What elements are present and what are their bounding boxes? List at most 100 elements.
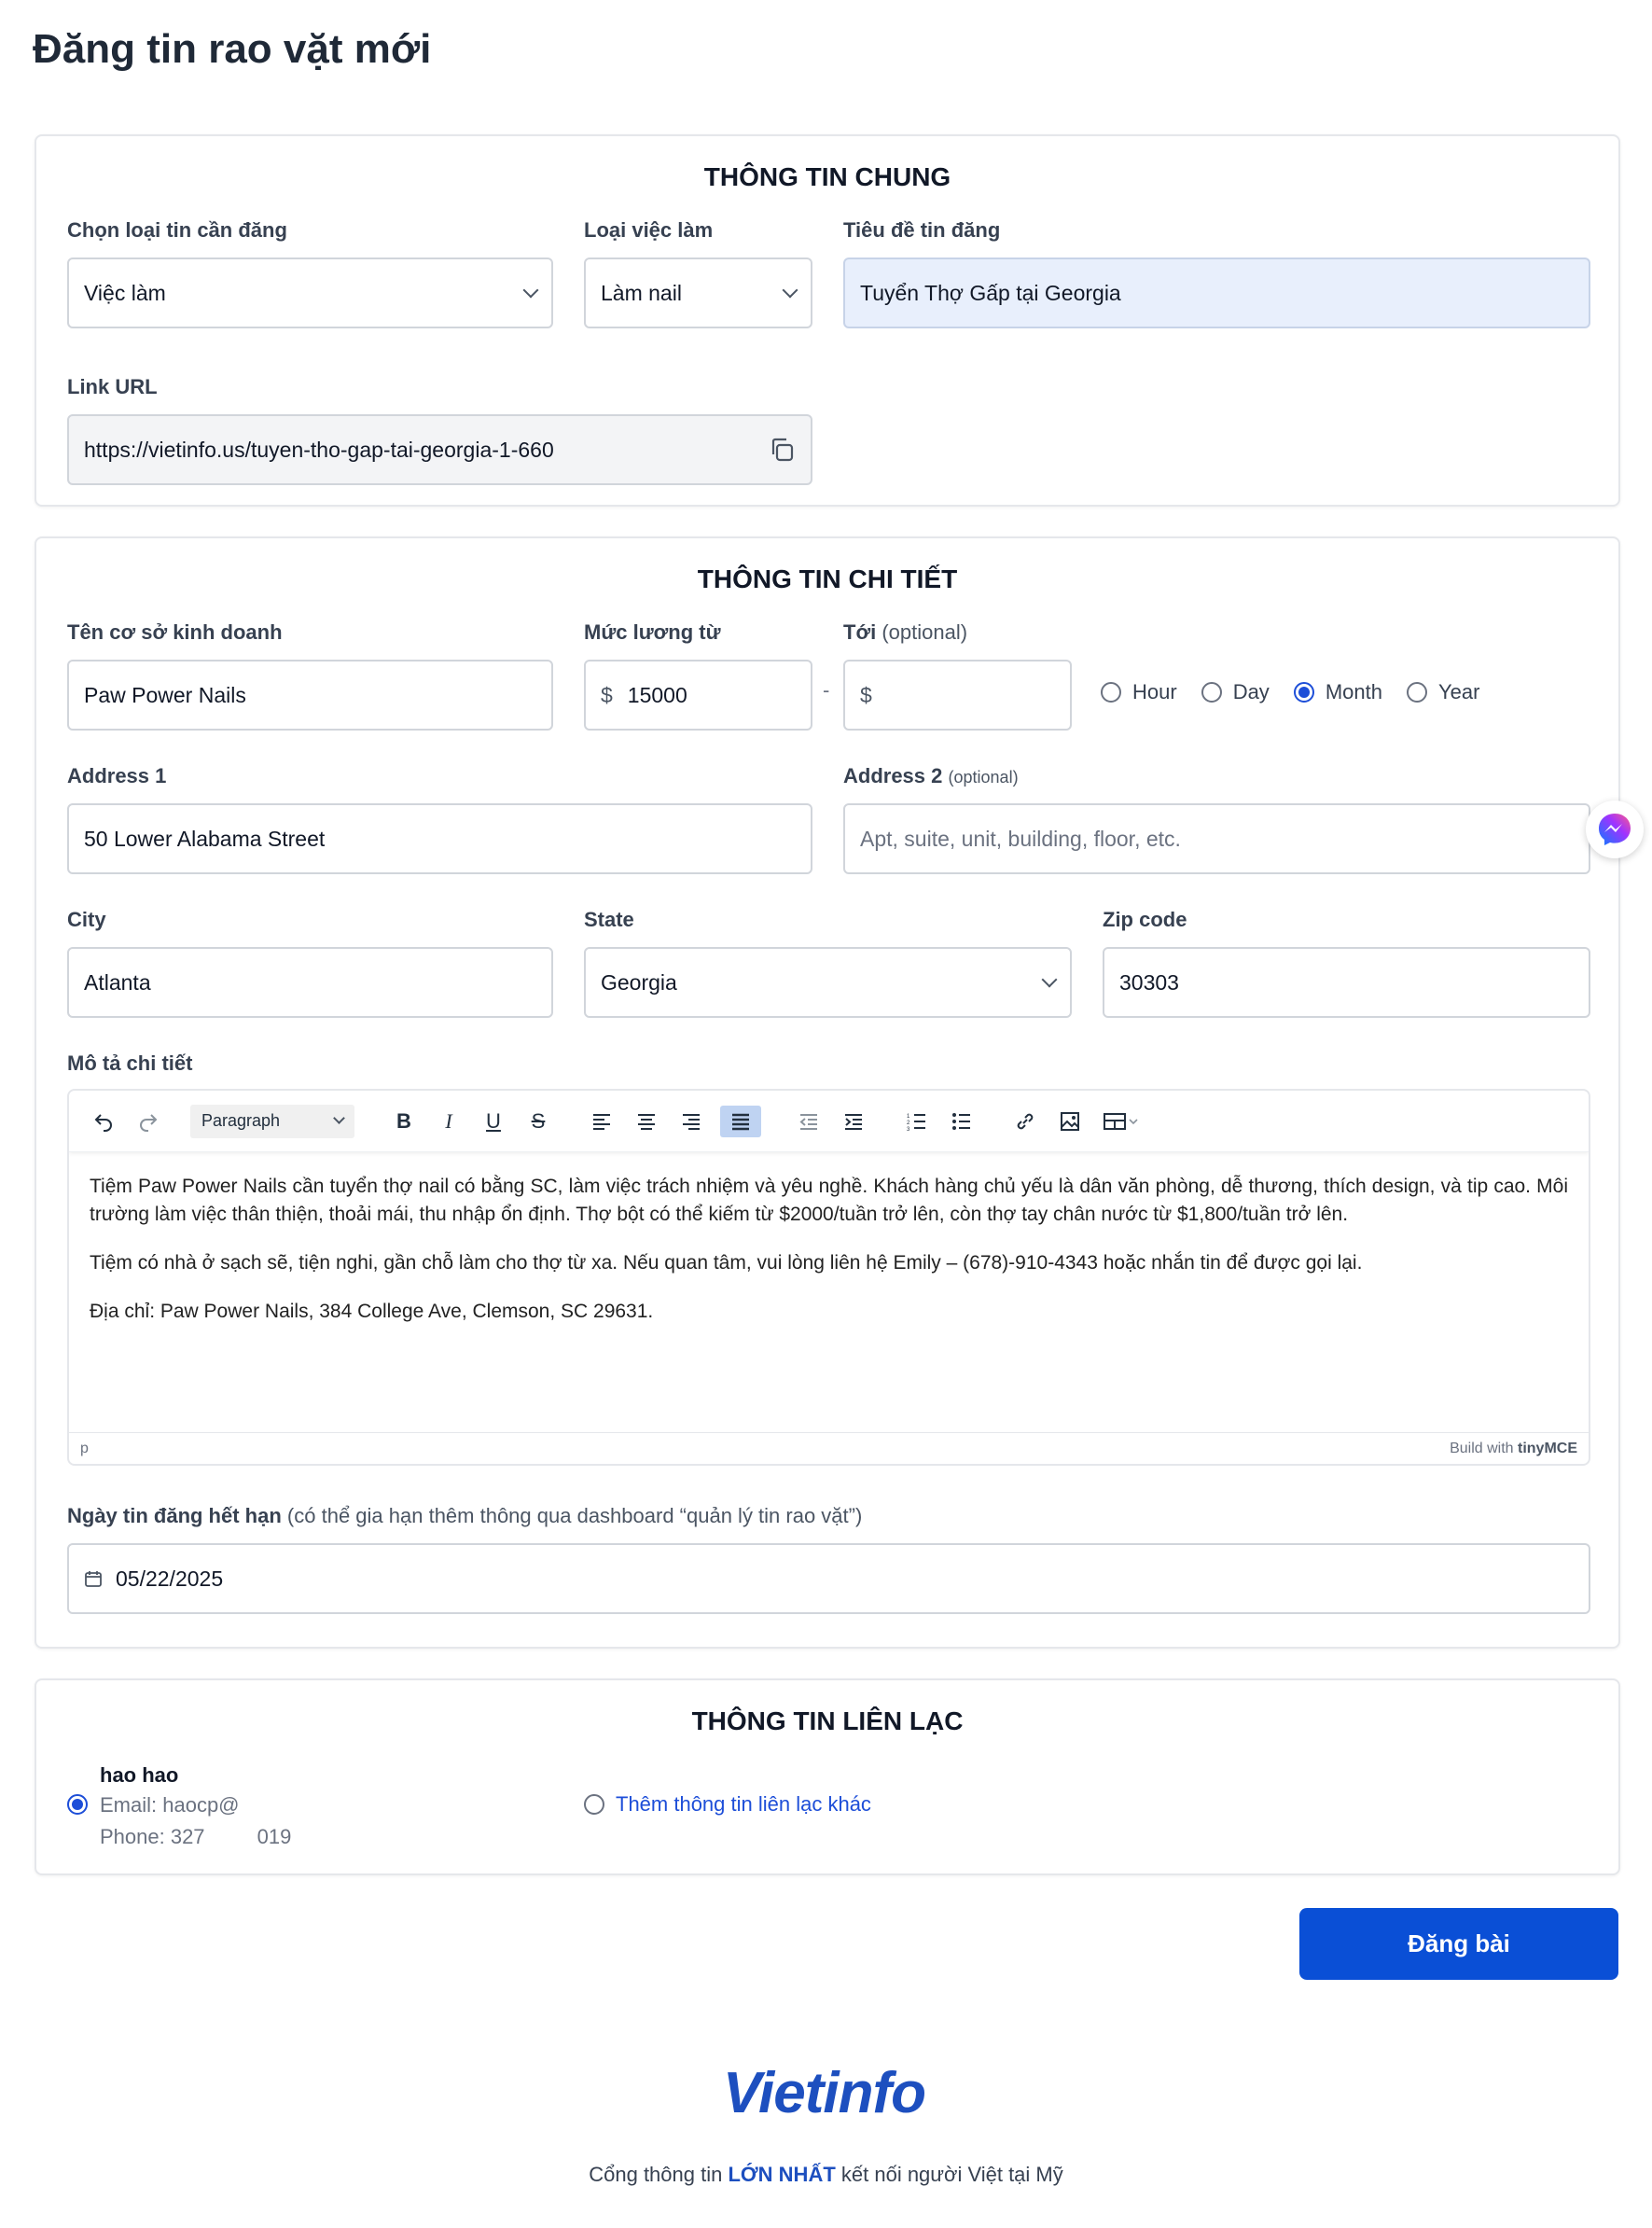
city-value: Atlanta bbox=[84, 969, 151, 995]
numbered-list-icon[interactable]: 123 bbox=[901, 1106, 933, 1137]
contact-phone-tail: 019 bbox=[257, 1825, 292, 1848]
state-label: State bbox=[584, 908, 634, 931]
bullet-list-icon[interactable] bbox=[946, 1106, 978, 1137]
headline-input[interactable]: Tuyển Thợ Gấp tại Georgia bbox=[843, 258, 1590, 328]
description-paragraph: Tiệm Paw Power Nails cần tuyển thợ nail … bbox=[90, 1176, 1568, 1225]
contact-other-radio[interactable] bbox=[584, 1794, 604, 1815]
pay-period-year[interactable]: Year bbox=[1406, 680, 1480, 704]
headline-label: Tiêu đề tin đăng bbox=[843, 218, 1001, 242]
align-left-icon[interactable] bbox=[586, 1106, 618, 1137]
vietinfo-logo[interactable]: Vietinfo bbox=[723, 2060, 926, 2126]
indent-icon[interactable] bbox=[838, 1106, 869, 1137]
submit-post-button[interactable]: Đăng bài bbox=[1299, 1908, 1618, 1980]
radio-month[interactable] bbox=[1293, 682, 1314, 703]
contact-other-option[interactable]: Thêm thông tin liên lạc khác bbox=[584, 1792, 871, 1817]
salary-to-input[interactable]: $ bbox=[843, 660, 1072, 731]
url-field: https://vietinfo.us/tuyen-tho-gap-tai-ge… bbox=[67, 414, 812, 485]
salary-from-label: Mức lương từ bbox=[584, 620, 721, 644]
currency-prefix: $ bbox=[601, 682, 613, 707]
block-format-value: Paragraph bbox=[201, 1111, 281, 1130]
pay-period-hour[interactable]: Hour bbox=[1101, 680, 1177, 704]
contact-name: hao hao bbox=[100, 1763, 179, 1787]
detail-section-title: THÔNG TIN CHI TIẾT bbox=[697, 564, 958, 593]
undo-icon[interactable] bbox=[88, 1106, 119, 1137]
contact-phone: Phone: 327 019 bbox=[100, 1825, 291, 1849]
expiry-date-input[interactable]: 05/22/2025 bbox=[67, 1543, 1590, 1614]
address2-label: Address 2 (optional) bbox=[843, 764, 1019, 788]
address1-value: 50 Lower Alabama Street bbox=[84, 826, 326, 851]
expiry-label: Ngày tin đăng hết hạn (có thể gia hạn th… bbox=[67, 1504, 862, 1528]
salary-from-input[interactable]: $ 15000 bbox=[584, 660, 812, 731]
chevron-down-icon bbox=[782, 282, 798, 299]
chevron-down-icon bbox=[333, 1112, 345, 1124]
address2-input[interactable]: Apt, suite, unit, building, floor, etc. bbox=[843, 803, 1590, 874]
italic-icon[interactable]: I bbox=[433, 1106, 465, 1137]
job-type-select[interactable]: Làm nail bbox=[584, 258, 812, 328]
post-type-value: Việc làm bbox=[84, 280, 166, 305]
align-right-icon[interactable] bbox=[675, 1106, 707, 1137]
table-icon[interactable] bbox=[1099, 1106, 1144, 1137]
pay-period-month[interactable]: Month bbox=[1293, 680, 1382, 704]
address2-optional: (optional) bbox=[948, 768, 1019, 787]
element-path[interactable]: p bbox=[80, 1441, 89, 1457]
branding-brand: tinyMCE bbox=[1518, 1440, 1577, 1456]
headline-value: Tuyển Thợ Gấp tại Georgia bbox=[860, 280, 1121, 305]
image-icon[interactable] bbox=[1054, 1106, 1086, 1137]
general-section-title: THÔNG TIN CHUNG bbox=[703, 162, 951, 191]
description-paragraph: Tiệm có nhà ở sạch sẽ, tiện nghi, gần ch… bbox=[90, 1252, 1363, 1274]
post-type-label: Chọn loại tin cần đăng bbox=[67, 218, 287, 242]
job-type-label: Loại việc làm bbox=[584, 218, 714, 242]
city-label: City bbox=[67, 908, 106, 931]
messenger-chat-button[interactable] bbox=[1586, 801, 1644, 858]
svg-text:2: 2 bbox=[907, 1121, 910, 1126]
description-label: Mô tả chi tiết bbox=[67, 1051, 193, 1075]
pay-period-day[interactable]: Day bbox=[1201, 680, 1270, 704]
svg-text:1: 1 bbox=[907, 1114, 910, 1120]
page-title: Đăng tin rao vặt mới bbox=[33, 26, 432, 72]
messenger-icon bbox=[1596, 811, 1633, 848]
radio-hour[interactable] bbox=[1101, 682, 1121, 703]
general-info-card: THÔNG TIN CHUNG Chọn loại tin cần đăng V… bbox=[35, 134, 1620, 507]
city-input[interactable]: Atlanta bbox=[67, 947, 553, 1018]
block-format-select[interactable]: Paragraph bbox=[190, 1104, 354, 1138]
align-justify-icon[interactable] bbox=[720, 1105, 761, 1137]
address1-input[interactable]: 50 Lower Alabama Street bbox=[67, 803, 812, 874]
underline-icon[interactable]: U bbox=[478, 1106, 509, 1137]
zip-value: 30303 bbox=[1119, 969, 1179, 995]
pay-period-label: Day bbox=[1232, 680, 1270, 703]
contact-email: Email: haocp@ bbox=[100, 1793, 240, 1817]
state-select[interactable]: Georgia bbox=[584, 947, 1072, 1018]
salary-to-label: Tới (optional) bbox=[843, 620, 967, 645]
business-input[interactable]: Paw Power Nails bbox=[67, 660, 553, 731]
address2-label-text: Address 2 bbox=[843, 764, 943, 787]
detail-info-card: THÔNG TIN CHI TIẾT Tên cơ sở kinh doanh … bbox=[35, 536, 1620, 1649]
url-label: Link URL bbox=[67, 375, 158, 398]
outdent-icon[interactable] bbox=[793, 1106, 825, 1137]
expiry-note: (có thể gia hạn thêm thông qua dashboard… bbox=[286, 1504, 863, 1527]
salary-to-label-text: Tới bbox=[843, 620, 877, 644]
copy-icon[interactable] bbox=[768, 436, 796, 464]
editor-branding[interactable]: Build with tinyMCE bbox=[1450, 1441, 1577, 1457]
salary-from-value: 15000 bbox=[627, 682, 687, 707]
footer-tagline: Cổng thông tin LỚN NHẤT kết nối người Vi… bbox=[0, 2163, 1652, 2187]
post-type-select[interactable]: Việc làm bbox=[67, 258, 553, 328]
radio-day[interactable] bbox=[1201, 682, 1222, 703]
editor-statusbar: p Build with tinyMCE bbox=[69, 1432, 1589, 1464]
strikethrough-icon[interactable]: S bbox=[522, 1106, 554, 1137]
business-label: Tên cơ sở kinh doanh bbox=[67, 620, 283, 644]
tagline-post: kết nối người Việt tại Mỹ bbox=[835, 2163, 1063, 2186]
editor-content[interactable]: Tiệm Paw Power Nails cần tuyển thợ nail … bbox=[69, 1152, 1589, 1367]
align-center-icon[interactable] bbox=[631, 1106, 662, 1137]
contact-default-radio[interactable] bbox=[67, 1794, 88, 1815]
svg-text:3: 3 bbox=[907, 1127, 910, 1131]
expiry-date-value: 05/22/2025 bbox=[116, 1566, 224, 1591]
bold-icon[interactable]: B bbox=[388, 1106, 420, 1137]
radio-year[interactable] bbox=[1406, 682, 1427, 703]
zip-input[interactable]: 30303 bbox=[1103, 947, 1590, 1018]
pay-period-label: Year bbox=[1437, 680, 1480, 703]
link-icon[interactable] bbox=[1009, 1106, 1041, 1137]
address1-label: Address 1 bbox=[67, 764, 167, 787]
redo-icon[interactable] bbox=[132, 1106, 164, 1137]
contact-other-label: Thêm thông tin liên lạc khác bbox=[616, 1792, 871, 1816]
chevron-down-icon bbox=[522, 282, 539, 299]
